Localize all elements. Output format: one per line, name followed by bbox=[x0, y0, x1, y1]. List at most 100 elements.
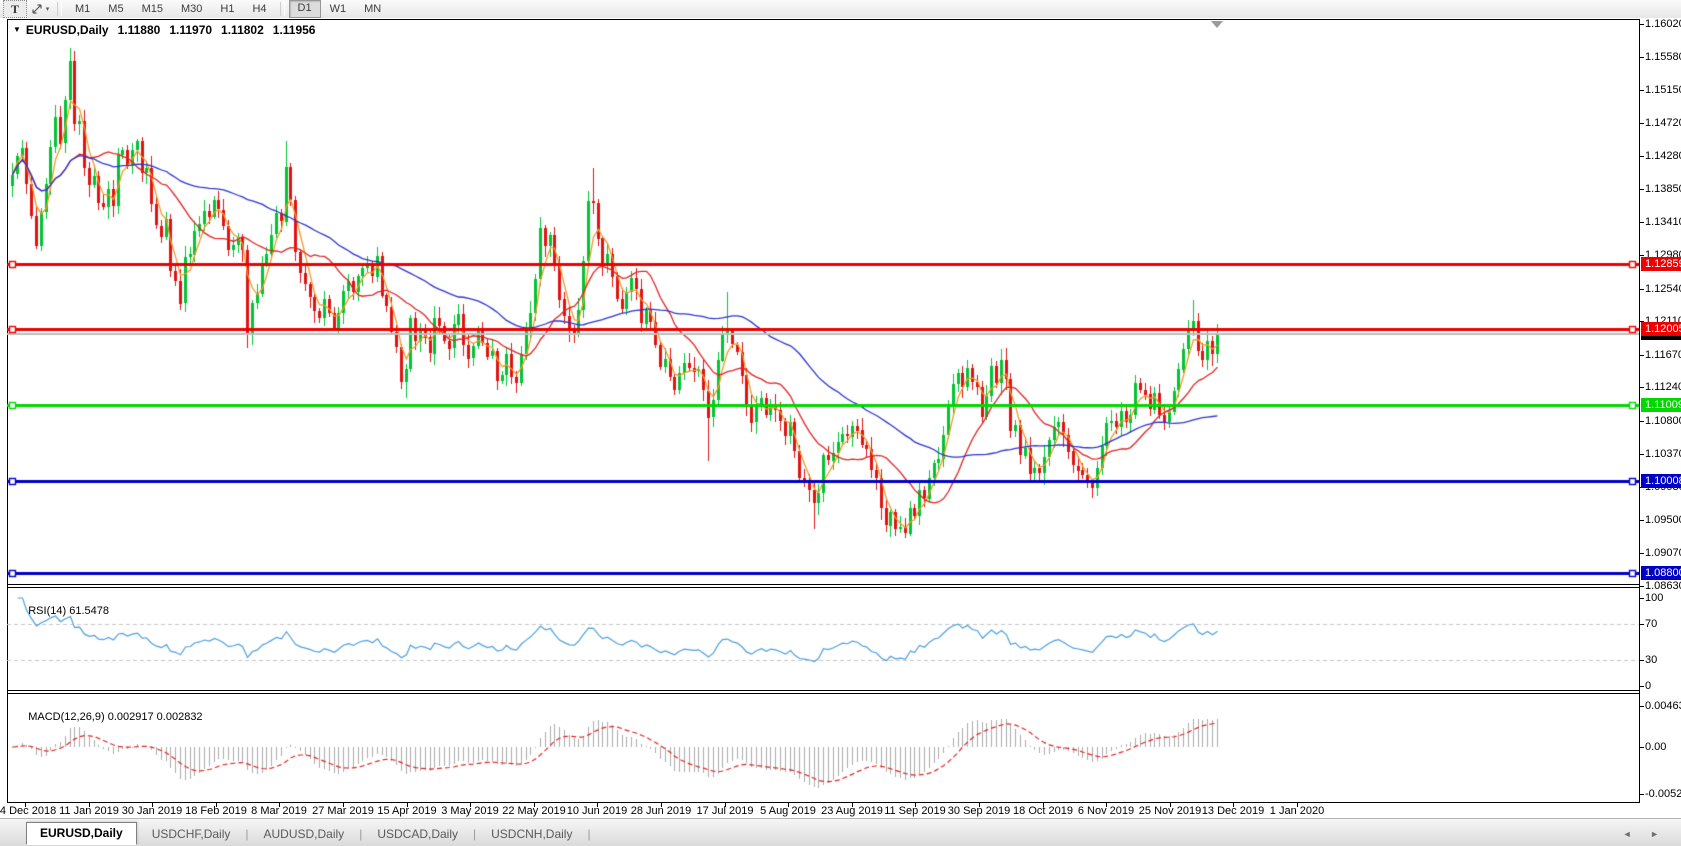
price-tick-label: 1.14280 bbox=[1645, 150, 1681, 162]
date-tick-label: 30 Jan 2019 bbox=[121, 805, 183, 817]
rsi-label: RSI(14) 61.5478 bbox=[28, 605, 109, 617]
date-tick-label: 30 Sep 2019 bbox=[947, 805, 1011, 817]
main-panel-bottom-border bbox=[7, 584, 1640, 585]
price-tick-label: 1.16020 bbox=[1645, 18, 1681, 30]
date-tick-label: 18 Oct 2019 bbox=[1013, 805, 1073, 817]
price-tick-mark bbox=[1639, 222, 1644, 223]
macd-tick-label: -0.005299 bbox=[1645, 788, 1681, 800]
macd-tick-mark bbox=[1639, 747, 1644, 748]
price-tick-label: 1.15150 bbox=[1645, 84, 1681, 96]
rsi-tick-mark bbox=[1639, 624, 1644, 625]
chart-tabs: EURUSD,Daily USDCHF,Daily | AUDUSD,Daily | US… bbox=[26, 822, 591, 846]
date-tick-label: 1 Jan 2020 bbox=[1269, 805, 1325, 817]
price-tick-mark bbox=[1639, 553, 1644, 554]
tab-audusd-daily[interactable]: AUDUSD,Daily bbox=[251, 825, 358, 844]
move-arrows-icon bbox=[32, 4, 42, 14]
price-tick-mark bbox=[1639, 520, 1644, 521]
price-tick-label: 1.10370 bbox=[1645, 448, 1681, 460]
chart-tab-bar: EURUSD,Daily USDCHF,Daily | AUDUSD,Daily | US… bbox=[0, 818, 1681, 846]
date-tick-label: 11 Jan 2019 bbox=[59, 805, 119, 817]
hline-price-badge: 1.10008 bbox=[1641, 474, 1681, 488]
date-tick-label: 3 May 2019 bbox=[441, 805, 499, 817]
macd-indicator-canvas[interactable] bbox=[7, 694, 1639, 802]
hline-price-badge: 1.11009 bbox=[1641, 398, 1681, 412]
tab-usdchf-daily[interactable]: USDCHF,Daily bbox=[139, 825, 244, 844]
macd-tick-label: 0.00463 bbox=[1645, 700, 1681, 712]
price-tick-label: 1.14720 bbox=[1645, 117, 1681, 129]
date-tick-label: 17 Jul 2019 bbox=[696, 805, 754, 817]
rsi-tick-mark bbox=[1639, 660, 1644, 661]
date-tick-label: 25 Nov 2019 bbox=[1138, 805, 1202, 817]
tab-eurusd-daily[interactable]: EURUSD,Daily bbox=[26, 822, 137, 845]
chart-shift-marker[interactable] bbox=[1211, 21, 1223, 28]
toolbar-grip bbox=[57, 2, 62, 16]
tab-separator: | bbox=[359, 827, 363, 841]
quote-close: 1.11956 bbox=[272, 23, 316, 37]
timeframe-button-d1[interactable]: D1 bbox=[288, 0, 321, 18]
date-tick-label: 8 Mar 2019 bbox=[251, 805, 307, 817]
rsi-tick-label: 0 bbox=[1645, 680, 1652, 692]
price-tick-label: 1.15580 bbox=[1645, 51, 1681, 63]
date-tick-label: 15 Apr 2019 bbox=[377, 805, 437, 817]
timeframe-button-h1[interactable]: H1 bbox=[211, 1, 243, 17]
price-tick-mark bbox=[1639, 57, 1644, 58]
toolbar-grip bbox=[279, 2, 285, 16]
macd-tick-label: 0.00 bbox=[1645, 741, 1667, 753]
hline-price-badge: 1.12005 bbox=[1641, 322, 1681, 336]
price-tick-mark bbox=[1639, 189, 1644, 190]
timeframe-button-mn[interactable]: MN bbox=[355, 1, 390, 17]
price-tick-mark bbox=[1639, 123, 1644, 124]
date-tick-label: 28 Jun 2019 bbox=[630, 805, 692, 817]
price-tick-mark bbox=[1639, 586, 1644, 587]
macd-label: MACD(12,26,9) 0.002917 0.002832 bbox=[28, 711, 203, 723]
price-tick-mark bbox=[1639, 355, 1644, 356]
hline-price-badge: 1.12859 bbox=[1641, 257, 1681, 271]
tab-separator: | bbox=[473, 827, 477, 841]
date-tick-label: 23 Aug 2019 bbox=[821, 805, 883, 817]
rsi-tick-mark bbox=[1639, 598, 1644, 599]
text-tool-button[interactable]: T bbox=[3, 0, 27, 18]
timeframe-button-m30[interactable]: M30 bbox=[172, 1, 211, 17]
main-chart-canvas[interactable] bbox=[7, 20, 1639, 584]
price-tick-label: 1.12540 bbox=[1645, 283, 1681, 295]
price-tick-label: 1.13850 bbox=[1645, 183, 1681, 195]
rsi-tick-mark bbox=[1639, 686, 1644, 687]
macd-tick-mark bbox=[1639, 706, 1644, 707]
rsi-tick-label: 30 bbox=[1645, 654, 1658, 666]
price-tick-label: 1.11240 bbox=[1645, 381, 1681, 393]
tab-usdcnh-daily[interactable]: USDCNH,Daily bbox=[478, 825, 585, 844]
date-tick-label: 11 Sep 2019 bbox=[884, 805, 946, 817]
timeframe-button-w1[interactable]: W1 bbox=[321, 1, 356, 17]
timeframe-button-m1[interactable]: M1 bbox=[66, 1, 99, 17]
macd-tick-mark bbox=[1639, 794, 1644, 795]
timeframe-button-h4[interactable]: H4 bbox=[243, 1, 275, 17]
price-tick-label: 1.10800 bbox=[1645, 415, 1681, 427]
cursor-tool-button[interactable]: ▾ bbox=[29, 1, 51, 17]
price-tick-label: 1.11670 bbox=[1645, 349, 1681, 361]
tab-scroll-arrows[interactable]: ◄ ► bbox=[1623, 829, 1667, 839]
price-tick-mark bbox=[1639, 421, 1644, 422]
date-tick-label: 18 Feb 2019 bbox=[185, 805, 247, 817]
timeframe-group: M1 M5 M15 M30 H1 H4 D1 W1 MN bbox=[66, 0, 390, 18]
chart-dropdown-icon[interactable]: ▼ bbox=[13, 25, 21, 34]
date-tick-label: 13 Dec 2019 bbox=[1201, 805, 1265, 817]
price-tick-mark bbox=[1639, 156, 1644, 157]
price-tick-label: 1.09070 bbox=[1645, 547, 1681, 559]
date-tick-label: 22 May 2019 bbox=[502, 805, 566, 817]
text-tool-label: T bbox=[10, 1, 19, 16]
price-tick-mark bbox=[1639, 454, 1644, 455]
chart-title: ▼ EURUSD,Daily 1.11880 1.11970 1.11802 1… bbox=[13, 23, 315, 37]
rsi-indicator-canvas[interactable] bbox=[7, 588, 1639, 690]
tab-usdcad-daily[interactable]: USDCAD,Daily bbox=[364, 825, 471, 844]
macd-panel-bottom-border bbox=[7, 802, 1640, 803]
top-toolbar: T ▾ M1 M5 M15 M30 H1 H4 D1 W1 MN bbox=[0, 0, 1681, 19]
timeframe-button-m15[interactable]: M15 bbox=[133, 1, 172, 17]
price-tick-label: 1.09500 bbox=[1645, 514, 1681, 526]
chart-symbol-label: EURUSD,Daily bbox=[25, 23, 109, 37]
tab-separator: | bbox=[587, 827, 591, 841]
rsi-tick-label: 70 bbox=[1645, 618, 1658, 630]
date-tick-label: 24 Dec 2018 bbox=[0, 805, 57, 817]
rsi-panel-bottom-border bbox=[7, 690, 1640, 691]
timeframe-button-m5[interactable]: M5 bbox=[99, 1, 132, 17]
quote-low: 1.11802 bbox=[221, 23, 264, 37]
